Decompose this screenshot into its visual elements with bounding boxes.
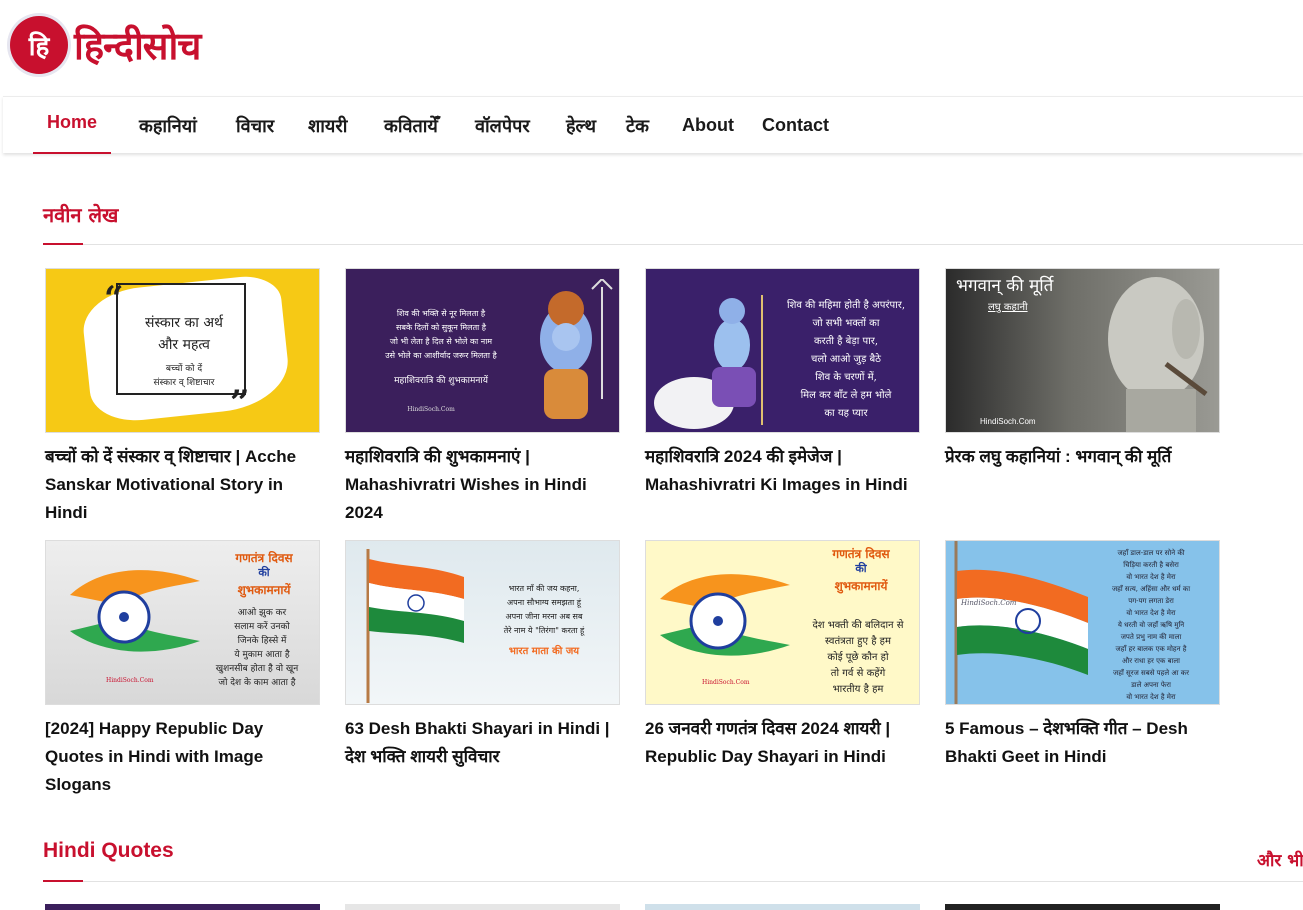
section-heading-hindi-quotes: Hindi Quotes [43,839,174,862]
article-title[interactable]: महाशिवरात्रि 2024 की इमेजेज | Mahashivra… [645,443,920,499]
article-card[interactable]: शिव की भक्ति से नूर मिलता है सबके दिलों … [345,268,620,527]
shiva-illustration-icon [540,279,613,419]
article-thumbnail[interactable]: HindiSoch.Com जहाँ डाल-डाल पर सोने की चि… [945,540,1220,705]
section-divider [43,244,1303,245]
nav-item-about[interactable]: About [682,97,734,154]
article-card[interactable]: भगवान् की मूर्ति लघु कहानी HindiSoch.Com… [945,268,1220,471]
tricolor-splash-icon [70,570,200,652]
article-thumbnail[interactable]: शिव की महिमा होती है अपरंपार, जो सभी भक्… [645,268,920,433]
article-card[interactable]: गणतंत्र दिवस की शुभकामनायें देश भक्ती की… [645,540,920,771]
nav-item-health[interactable]: हेल्थ [566,97,596,154]
main-nav: Home कहानियां विचार शायरी कवितायेँ वॉलपे… [3,94,1303,154]
article-card[interactable]: शिव की महिमा होती है अपरंपार, जो सभी भक्… [645,268,920,499]
article-title[interactable]: प्रेरक लघु कहानियां : भगवान् की मूर्ति [945,443,1220,471]
article-title[interactable]: [2024] Happy Republic Day Quotes in Hind… [45,715,320,799]
watermark: HindiSoch.Com [106,677,154,684]
nav-item-shayari[interactable]: शायरी [308,97,347,154]
sculpture-illustration-icon [1108,277,1208,432]
article-card[interactable]: भारत माँ की जय कहना, अपना सौभाग्य समझता … [345,540,620,771]
nav-item-kahaniyan[interactable]: कहानियां [139,97,197,154]
nav-active-underline [33,152,111,154]
nav-item-wallpaper[interactable]: वॉलपेपर [475,97,530,154]
article-thumbnail[interactable]: भगवान् की मूर्ति लघु कहानी HindiSoch.Com [945,268,1220,433]
indian-flag-icon [366,549,464,703]
logo-text: हिन्दीसोच [74,24,201,68]
article-title[interactable]: 5 Famous – देशभक्ति गीत – Desh Bhakti Ge… [945,715,1220,771]
indian-flag-icon [954,541,1088,704]
article-title[interactable]: बच्चों को दें संस्कार व् शिष्टाचार | Acc… [45,443,320,527]
article-thumbnail[interactable]: गणतंत्र दिवस की शुभकामनायें आओ झुक कर सल… [45,540,320,705]
shiva-nandi-illustration-icon [654,295,763,429]
more-link[interactable]: और भी [1257,848,1303,871]
article-thumbnail[interactable]: भारत माँ की जय कहना, अपना सौभाग्य समझता … [345,540,620,705]
tricolor-splash-icon [660,574,790,656]
section-heading-latest: नवीन लेख [43,203,119,227]
watermark: HindiSoch.Com [980,417,1036,426]
article-title[interactable]: 26 जनवरी गणतंत्र दिवस 2024 शायरी | Repub… [645,715,920,771]
logo-badge: हि [10,16,68,74]
nav-item-kavitayen[interactable]: कवितायेँ [384,97,438,154]
article-card[interactable]: “ संस्कार का अर्थ और महत्व बच्चों को दें… [45,268,320,527]
site-header: हि हिन्दीसोच [0,0,1303,96]
nav-item-tech[interactable]: टेक [626,97,649,154]
article-title[interactable]: महाशिवरात्रि की शुभकामनाएं | Mahashivrat… [345,443,620,527]
article-card[interactable]: गणतंत्र दिवस की शुभकामनायें आओ झुक कर सल… [45,540,320,799]
section-divider-accent [43,243,83,245]
site-logo[interactable]: हि हिन्दीसोच [10,16,201,74]
nav-item-vichar[interactable]: विचार [236,97,274,154]
article-title[interactable]: 63 Desh Bhakti Shayari in Hindi | देश भक… [345,715,620,771]
nav-item-home[interactable]: Home [47,94,97,151]
section-divider [43,881,1303,882]
article-thumbnail-partial[interactable] [645,904,920,910]
watermark: HindiSoch.Com [961,599,1017,607]
quote-close-icon: ” [230,383,250,423]
watermark: HindiSoch.Com [407,406,455,413]
article-thumbnail[interactable]: गणतंत्र दिवस की शुभकामनायें देश भक्ती की… [645,540,920,705]
article-thumbnail-partial[interactable] [945,904,1220,910]
watermark: HindiSoch.Com [702,679,750,686]
article-card[interactable]: HindiSoch.Com जहाँ डाल-डाल पर सोने की चि… [945,540,1220,771]
nav-item-contact[interactable]: Contact [762,97,829,154]
article-thumbnail[interactable]: शिव की भक्ति से नूर मिलता है सबके दिलों … [345,268,620,433]
article-thumbnail-partial[interactable] [45,904,320,910]
article-thumbnail[interactable]: “ संस्कार का अर्थ और महत्व बच्चों को दें… [45,268,320,433]
article-thumbnail-partial[interactable] [345,904,620,910]
section-divider-accent [43,880,83,882]
